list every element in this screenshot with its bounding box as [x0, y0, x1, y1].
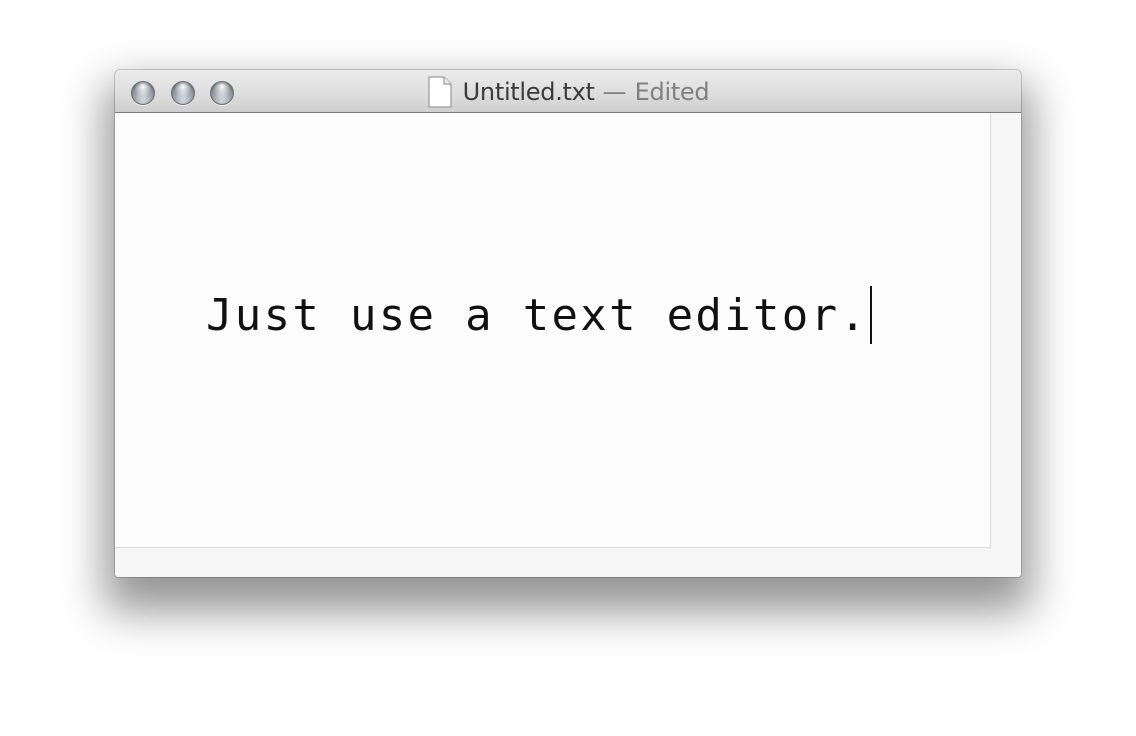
title-bar[interactable]: Untitled.txt — Edited — [115, 70, 1021, 113]
text-editing-area[interactable]: Just use a text editor. — [115, 113, 991, 548]
document-text-line[interactable]: Just use a text editor. — [206, 285, 873, 345]
minimize-button[interactable] — [171, 81, 195, 105]
vertical-scroll-track[interactable] — [992, 113, 1021, 549]
window-title: Untitled.txt — Edited — [115, 70, 1021, 113]
text-editor-window: Untitled.txt — Edited Just use a text ed… — [115, 70, 1021, 577]
document-text[interactable]: Just use a text editor. — [206, 290, 868, 341]
desktop: Untitled.txt — Edited Just use a text ed… — [0, 0, 1136, 736]
window-title-separator: — — [602, 77, 627, 106]
zoom-button[interactable] — [210, 81, 234, 105]
document-icon[interactable] — [427, 76, 453, 108]
horizontal-scroll-track[interactable] — [115, 549, 1021, 577]
close-button[interactable] — [131, 81, 155, 105]
text-cursor — [870, 286, 873, 344]
window-title-status: Edited — [634, 77, 710, 106]
window-title-filename: Untitled.txt — [462, 77, 595, 106]
